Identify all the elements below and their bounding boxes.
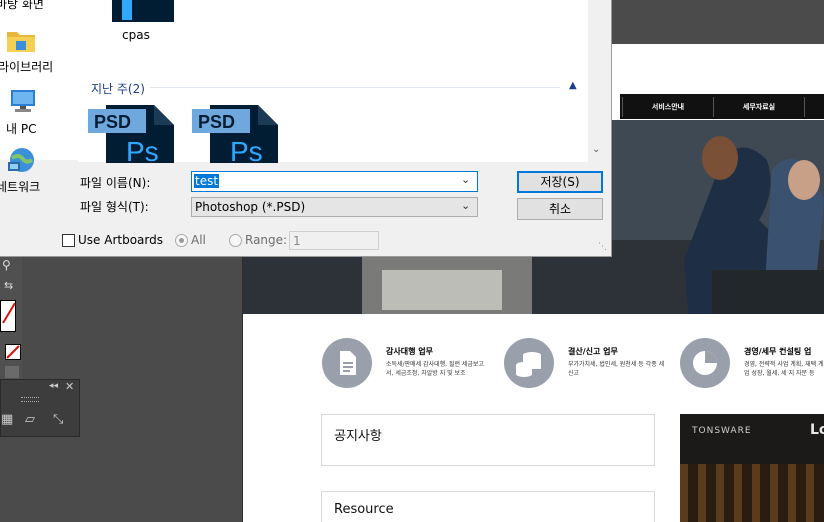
network-label: 네트워크 bbox=[0, 180, 41, 194]
resource-box: Resource bbox=[321, 491, 655, 522]
radio-all[interactable] bbox=[175, 234, 188, 247]
psd-file-icon bbox=[112, 0, 174, 22]
store-sign: TONSWARE bbox=[692, 426, 752, 436]
svg-text:Ps: Ps bbox=[126, 136, 159, 163]
tool-strip: ⚲ ⇆ bbox=[0, 255, 22, 380]
use-artboards-label: Use Artboards bbox=[78, 233, 163, 247]
pc-icon bbox=[11, 90, 35, 112]
store-photo: TONSWARE Lo bbox=[680, 414, 824, 522]
swap-colors-icon[interactable]: ⇆ bbox=[4, 279, 13, 292]
save-button[interactable]: 저장(S) bbox=[517, 171, 603, 193]
pie-chart-icon bbox=[680, 338, 730, 388]
filetype-value: Photoshop (*.PSD) bbox=[195, 200, 306, 214]
file-list-scrollbar[interactable]: ⌄ bbox=[588, 0, 610, 162]
none-swatch[interactable] bbox=[5, 344, 21, 360]
resize-grip-icon[interactable]: ⋱ bbox=[598, 242, 607, 252]
notice-box: 공지사항 bbox=[321, 414, 655, 466]
panel-close-icon[interactable]: ✕ bbox=[65, 380, 74, 393]
nav-item-service: 서비스안내 bbox=[622, 97, 713, 117]
nav-item-tax-data: 세무자료실 bbox=[713, 97, 804, 117]
group-header[interactable]: 지난 주(2) bbox=[91, 80, 145, 97]
cancel-button[interactable]: 취소 bbox=[517, 198, 603, 220]
document-icon bbox=[322, 338, 372, 388]
filetype-select[interactable]: Photoshop (*.PSD) ⌄ bbox=[191, 197, 478, 217]
store-shelves bbox=[680, 464, 824, 522]
fill-swatch[interactable] bbox=[0, 300, 16, 332]
scroll-down-icon[interactable]: ⌄ bbox=[592, 144, 600, 155]
file-list: cpas 지난 주(2) ▲ PSD Ps PSD Ps bbox=[78, 0, 588, 163]
nav-this-pc[interactable]: 내 PC bbox=[0, 88, 78, 136]
service-desc: 부가가치세, 법인세, 원천세 등 각종 세 신고 bbox=[568, 361, 665, 377]
store-sign-right: Lo bbox=[810, 422, 824, 438]
radio-all-label: All bbox=[191, 233, 206, 247]
psd-file-icon[interactable]: PSD Ps bbox=[192, 103, 282, 163]
network-icon bbox=[8, 148, 34, 172]
filetype-label: 파일 형식(T): bbox=[80, 200, 149, 214]
transform-icon[interactable]: ▦ bbox=[1, 412, 13, 427]
service-title: 경영/세무 컨설팅 업 bbox=[744, 347, 812, 356]
svg-text:PSD: PSD bbox=[198, 112, 235, 132]
filename-label: 파일 이름(N): bbox=[80, 176, 151, 190]
nav-item-more bbox=[804, 97, 824, 117]
filename-input[interactable]: test ⌄ bbox=[191, 171, 478, 192]
zoom-tool-icon[interactable]: ⚲ bbox=[2, 258, 18, 272]
nav-network[interactable]: 네트워크 bbox=[0, 146, 78, 194]
use-artboards-checkbox[interactable] bbox=[62, 234, 75, 247]
libraries-label: 라이브러리 bbox=[0, 60, 54, 74]
file-name: cpas bbox=[122, 28, 150, 42]
navigation-pane: 바탕 화면 라이브러리 내 PC 네트워크 bbox=[0, 0, 78, 194]
free-transform-icon[interactable]: ▱ bbox=[25, 412, 35, 427]
desktop-label: 바탕 화면 bbox=[0, 0, 44, 11]
service-title: 결산/신고 업무 bbox=[568, 347, 618, 356]
service-title: 감사대행 업무 bbox=[386, 347, 433, 356]
floating-tool-panel: ◂◂ ✕ ▦ ▱ ⤡ bbox=[0, 379, 80, 437]
service-desc: 경영, 전략적 사업 계획, 재택 계획 등 기업 성장, 월세, 세 지 자문… bbox=[744, 361, 824, 377]
filename-dropdown-icon[interactable]: ⌄ bbox=[461, 173, 470, 186]
coins-icon bbox=[504, 338, 554, 388]
notice-title: 공지사항 bbox=[334, 429, 382, 444]
this-pc-label: 내 PC bbox=[6, 122, 37, 136]
range-input[interactable]: 1 bbox=[289, 231, 379, 250]
warp-icon[interactable]: ⤡ bbox=[53, 412, 63, 427]
svg-text:Ps: Ps bbox=[230, 136, 263, 163]
filetype-dropdown-icon[interactable]: ⌄ bbox=[461, 199, 470, 212]
filename-value: test bbox=[194, 174, 220, 188]
radio-all-dot bbox=[179, 238, 184, 243]
radio-range[interactable] bbox=[229, 234, 242, 247]
canvas-nav-bar: 서비스안내 세무자료실 bbox=[620, 94, 824, 119]
svg-text:PSD: PSD bbox=[94, 112, 131, 132]
file-item-cpas[interactable]: cpas bbox=[92, 0, 178, 46]
panel-collapse-icon[interactable]: ◂◂ bbox=[49, 381, 58, 391]
radio-range-label: Range: bbox=[245, 233, 288, 247]
panel-grip[interactable] bbox=[21, 397, 39, 402]
save-as-dialog: 바탕 화면 라이브러리 내 PC 네트워크 cpas 지난 주(2) ▲ PSD… bbox=[0, 0, 612, 257]
range-value: 1 bbox=[293, 234, 301, 248]
nav-libraries[interactable]: 라이브러리 bbox=[0, 28, 78, 76]
service-desc: 소득세/판매세 감사대행, 될런 세금보고서, 세금조정, 차알방 지 및 보조 bbox=[386, 361, 484, 377]
group-divider bbox=[150, 87, 560, 88]
psd-file-icon[interactable]: PSD Ps bbox=[88, 103, 178, 163]
group-collapse-icon[interactable]: ▲ bbox=[569, 80, 577, 91]
resource-title: Resource bbox=[334, 502, 394, 517]
screen-mode-button[interactable] bbox=[5, 366, 19, 378]
library-folder-icon bbox=[7, 32, 35, 52]
